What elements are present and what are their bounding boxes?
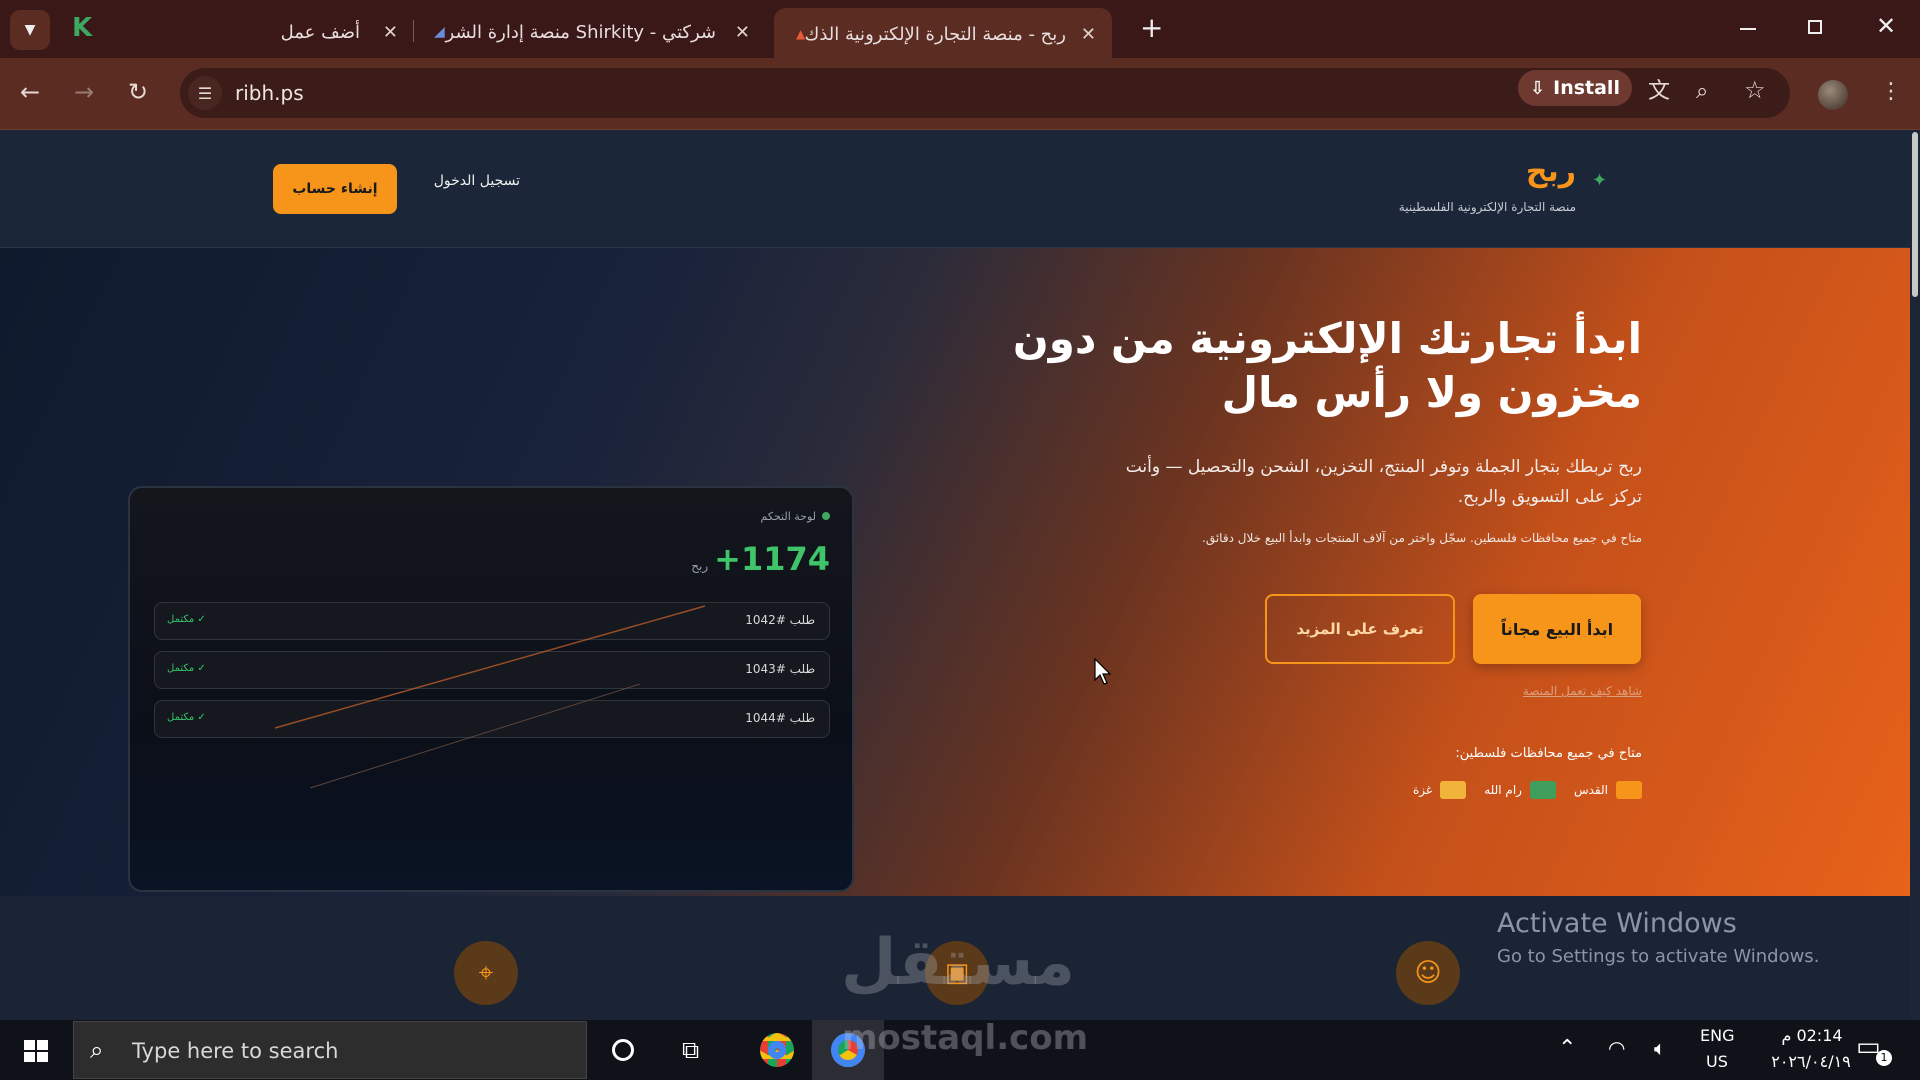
- hero-title-line-2: مخزون ولا رأس مال: [1221, 368, 1642, 417]
- brand-logo-icon: ✦: [1592, 170, 1608, 191]
- volume-icon[interactable]: 🔈︎: [1654, 1036, 1666, 1060]
- hero-section: ابدأ تجارتك الإلكترونية من دون مخزون ولا…: [0, 248, 1910, 896]
- bookmark-star-icon[interactable]: ☆: [1744, 78, 1766, 102]
- region-swatch: [1440, 781, 1467, 799]
- close-icon[interactable]: ✕: [735, 22, 750, 43]
- chrome-taskbar-icon[interactable]: [742, 1020, 812, 1080]
- how-it-works-link[interactable]: شاهد كيف تعمل المنصة: [1420, 684, 1642, 698]
- hero-desc-line-2: تركز على التسويق والربح.: [1457, 487, 1642, 507]
- install-label: Install: [1553, 77, 1620, 99]
- tab-title: أضف عمل: [280, 21, 360, 43]
- search-placeholder: Type here to search: [132, 1039, 339, 1063]
- reload-icon[interactable]: ↻: [128, 80, 148, 104]
- windows-taskbar: ⌕ Type here to search ⧉ mostaql.com ⌃ ◠ …: [0, 1018, 1920, 1080]
- install-app-button[interactable]: ⇩ Install: [1518, 70, 1632, 106]
- regions-title: متاح في جميع محافظات فلسطين:: [1455, 746, 1642, 761]
- hero-description: ربح تربطك بتجار الجملة وتوفر المنتج، الت…: [1040, 452, 1642, 512]
- tab-search-button[interactable]: ▼: [10, 10, 50, 50]
- menu-icon[interactable]: ⋮: [1880, 80, 1902, 104]
- hero-availability: متاح في جميع محافظات فلسطين. سجّل واختر …: [1202, 531, 1642, 545]
- restore-icon[interactable]: [1808, 20, 1822, 34]
- tab-title: ربح - منصة التجارة الإلكترونية الذك: [804, 23, 1066, 45]
- browser-toolbar: ← → ↻ ☰ ribh.ps ⇩ Install 文 ⌕ ☆ ⋮: [0, 58, 1920, 130]
- tab-title: شركتي - Shirkity منصة إدارة الشر: [445, 21, 716, 43]
- windows-start-icon[interactable]: [24, 1040, 48, 1062]
- chevron-up-icon[interactable]: ⌃: [1558, 1036, 1576, 1061]
- users-icon: ☺: [1414, 958, 1442, 988]
- close-icon[interactable]: ✕: [1081, 24, 1096, 45]
- close-window-icon[interactable]: ✕: [1876, 12, 1896, 40]
- feature-location: ⌖: [454, 941, 518, 1005]
- brand-name: ربح: [1525, 154, 1576, 189]
- dashboard-preview-card: لوحة التحكم +1174 ربح طلب #1042 ✓ مكتمل …: [128, 486, 854, 892]
- pinned-app-icon[interactable]: K: [72, 14, 96, 42]
- tab-ribh[interactable]: ▲ ربح - منصة التجارة الإلكترونية الذك ✕: [774, 8, 1112, 60]
- watermark-logo-text: مستقل: [840, 926, 1076, 1000]
- tab-strip: ▼ K أضف عمل ✕ ◢ شركتي - Shirkity منصة إد…: [0, 0, 1920, 60]
- lang-top[interactable]: ENG: [1700, 1026, 1734, 1045]
- signup-button[interactable]: إنشاء حساب: [273, 164, 397, 214]
- hero-title: ابدأ تجارتك الإلكترونية من دون مخزون ولا…: [960, 312, 1642, 420]
- start-selling-button[interactable]: ابدأ البيع مجاناً: [1473, 594, 1641, 664]
- region-item: رام الله: [1484, 781, 1556, 799]
- hero-title-line-1: ابدأ تجارتك الإلكترونية من دون: [1012, 314, 1642, 363]
- region-name: غزة: [1413, 783, 1433, 797]
- scrollbar-thumb[interactable]: [1912, 132, 1918, 297]
- zoom-icon[interactable]: ⌕: [1696, 80, 1708, 104]
- translate-icon[interactable]: 文: [1648, 80, 1670, 104]
- learn-more-button[interactable]: تعرف على المزيد: [1265, 594, 1455, 664]
- feature-users: ☺: [1396, 941, 1460, 1005]
- back-icon[interactable]: ←: [20, 80, 40, 104]
- site-header: ✦ ربح منصة التجارة الإلكترونية الفلسطيني…: [0, 130, 1910, 248]
- url-text: ribh.ps: [235, 81, 304, 105]
- region-item: غزة: [1413, 781, 1467, 799]
- region-swatch: [1616, 781, 1642, 799]
- taskbar-search-box[interactable]: ⌕ Type here to search: [73, 1021, 587, 1079]
- task-view-icon[interactable]: ⧉: [682, 1036, 699, 1064]
- brand-tagline: منصة التجارة الإلكترونية الفلسطينية: [1398, 200, 1576, 214]
- region-name: رام الله: [1484, 783, 1522, 797]
- activate-windows-subtitle: Go to Settings to activate Windows.: [1497, 946, 1820, 967]
- login-link[interactable]: تسجيل الدخول: [420, 173, 520, 189]
- watermark-logo-url: mostaql.com: [842, 1018, 1089, 1058]
- tab-divider: [413, 20, 414, 42]
- wifi-icon[interactable]: ◠: [1608, 1036, 1625, 1060]
- site-info-icon[interactable]: ☰: [188, 76, 222, 110]
- mouse-cursor-icon: [1094, 658, 1112, 685]
- minimize-icon[interactable]: [1740, 28, 1756, 30]
- new-tab-button[interactable]: +: [1140, 14, 1163, 42]
- region-name: القدس: [1573, 783, 1608, 797]
- clock-date[interactable]: ٢٠٢٦/٠٤/١٩: [1750, 1052, 1872, 1071]
- install-icon: ⇩: [1530, 77, 1546, 99]
- tab-add-work[interactable]: أضف عمل ✕: [270, 10, 400, 54]
- cortana-icon[interactable]: [612, 1039, 634, 1061]
- regions-list: القدس رام الله غزة: [1402, 778, 1642, 802]
- location-pin-icon: ⌖: [478, 957, 494, 988]
- tab-favicon-icon: ◢: [434, 24, 445, 40]
- web-page: ✦ ربح منصة التجارة الإلكترونية الفلسطيني…: [0, 130, 1920, 1020]
- region-swatch: [1529, 781, 1556, 799]
- profile-avatar[interactable]: [1818, 80, 1848, 110]
- activate-windows-title: Activate Windows: [1497, 908, 1737, 939]
- tab-shirkity[interactable]: ◢ شركتي - Shirkity منصة إدارة الشر ✕: [430, 10, 750, 54]
- search-icon: ⌕: [90, 1036, 104, 1064]
- hero-desc-line-1: ربح تربطك بتجار الجملة وتوفر المنتج، الت…: [1125, 457, 1642, 477]
- region-item: القدس: [1574, 781, 1642, 799]
- clock-time[interactable]: 02:14 م: [1762, 1026, 1862, 1045]
- close-icon[interactable]: ✕: [383, 22, 398, 43]
- notification-count: 1: [1876, 1050, 1892, 1066]
- features-band: ⌖ ▣ ☺ Activate Windows Go to Settings to…: [0, 896, 1910, 1020]
- lang-bottom[interactable]: US: [1706, 1052, 1728, 1071]
- decorative-lines: [274, 605, 706, 789]
- forward-icon[interactable]: →: [74, 80, 94, 104]
